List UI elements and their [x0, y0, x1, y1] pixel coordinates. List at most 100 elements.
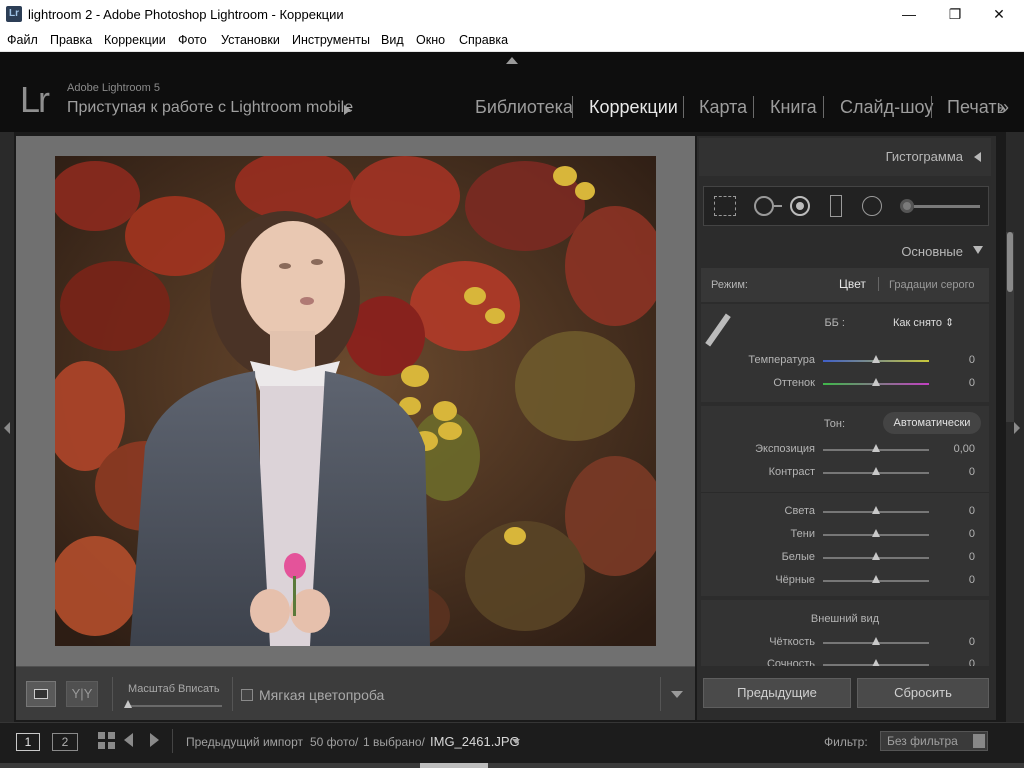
- crop-overlay-icon[interactable]: [714, 196, 736, 216]
- contrast-slider-thumb[interactable]: [872, 467, 880, 475]
- softproof-label: Мягкая цветопроба: [259, 687, 385, 703]
- histogram-panel-header[interactable]: Гистограмма: [699, 138, 991, 176]
- filmstrip-thumbnails-edge[interactable]: [0, 763, 1024, 768]
- tint-slider-thumb[interactable]: [872, 378, 880, 386]
- menu-tools[interactable]: Инструменты: [292, 33, 370, 47]
- photo-preview[interactable]: [55, 156, 656, 646]
- filename-dropdown-icon[interactable]: [512, 739, 520, 744]
- reset-button[interactable]: Сбросить: [857, 678, 989, 708]
- zoom-value[interactable]: Вписать: [178, 683, 220, 695]
- contrast-label: Контраст: [768, 466, 815, 478]
- shadows-slider-thumb[interactable]: [872, 529, 880, 537]
- brush-size-slider[interactable]: [914, 205, 980, 208]
- menu-develop[interactable]: Коррекции: [104, 33, 166, 47]
- red-eye-pupil: [796, 202, 804, 210]
- adjustment-brush-icon[interactable]: [900, 199, 914, 213]
- module-book[interactable]: Книга: [770, 97, 817, 118]
- whites-slider-thumb[interactable]: [872, 552, 880, 560]
- filter-select[interactable]: Без фильтра: [880, 731, 988, 751]
- menu-edit[interactable]: Правка: [50, 33, 92, 47]
- secondary-display-button[interactable]: 2: [52, 733, 78, 751]
- panel-scrollbar-track[interactable]: [1006, 232, 1014, 422]
- current-filename[interactable]: IMG_2461.JPG: [430, 734, 520, 749]
- vibrance-label: Сочность: [766, 658, 815, 666]
- white-balance-group: ББ : Как снято ⇕ Температура 0 Оттенок 0: [701, 304, 989, 402]
- play-icon[interactable]: [344, 105, 351, 115]
- exposure-slider-thumb[interactable]: [872, 444, 880, 452]
- before-after-button[interactable]: Y|Y: [66, 681, 98, 707]
- menu-help[interactable]: Справка: [459, 33, 508, 47]
- left-panel-strip[interactable]: [0, 132, 14, 722]
- module-slideshow[interactable]: Слайд-шоу: [840, 97, 933, 118]
- tone-label: Тон:: [823, 418, 845, 430]
- menu-file[interactable]: Файл: [7, 33, 38, 47]
- collapse-panel-icon[interactable]: [973, 246, 983, 254]
- highlights-slider-thumb[interactable]: [872, 506, 880, 514]
- source-label[interactable]: Предыдущий импорт: [186, 735, 303, 749]
- menu-window[interactable]: Окно: [416, 33, 445, 47]
- module-library[interactable]: Библиотека: [475, 97, 573, 118]
- module-map[interactable]: Карта: [699, 97, 747, 118]
- expand-panel-icon[interactable]: [974, 152, 981, 162]
- auto-tone-button[interactable]: Автоматически: [883, 412, 981, 434]
- panel-scrollbar-thumb[interactable]: [1007, 232, 1013, 292]
- wb-preset-select[interactable]: Как снято ⇕: [893, 316, 954, 329]
- lightroom-app-icon: Lr: [6, 6, 22, 22]
- maximize-button[interactable]: ❐: [932, 0, 978, 30]
- grid-view-icon[interactable]: [98, 732, 116, 750]
- blacks-value[interactable]: 0: [935, 574, 975, 586]
- module-develop[interactable]: Коррекции: [589, 97, 678, 118]
- right-panel-strip[interactable]: [1006, 132, 1024, 722]
- zoom-slider-thumb[interactable]: [124, 700, 132, 708]
- contrast-value[interactable]: 0: [935, 466, 975, 478]
- red-eye-icon[interactable]: [790, 196, 810, 216]
- menu-photo[interactable]: Фото: [178, 33, 207, 47]
- treatment-color[interactable]: Цвет: [839, 277, 866, 291]
- identity-plate[interactable]: Приступая к работе с Lightroom mobile: [67, 99, 353, 117]
- product-version: Adobe Lightroom 5: [67, 82, 160, 94]
- radial-filter-icon[interactable]: [862, 196, 882, 216]
- selected-thumbnail-edge[interactable]: [420, 763, 488, 768]
- menu-settings[interactable]: Установки: [221, 33, 280, 47]
- expand-left-panel-icon[interactable]: [4, 422, 10, 434]
- module-separator: [823, 96, 824, 118]
- highlights-value[interactable]: 0: [935, 505, 975, 517]
- temp-slider-thumb[interactable]: [872, 355, 880, 363]
- tint-value[interactable]: 0: [935, 377, 975, 389]
- blacks-slider-thumb[interactable]: [872, 575, 880, 583]
- menu-view[interactable]: Вид: [381, 33, 404, 47]
- more-modules-icon[interactable]: »: [999, 97, 1009, 118]
- loupe-view-button[interactable]: [26, 681, 56, 707]
- vibrance-value[interactable]: 0: [935, 658, 975, 666]
- softproof-checkbox[interactable]: [241, 689, 253, 701]
- primary-display-button[interactable]: 1: [16, 733, 40, 751]
- module-print[interactable]: Печать: [947, 97, 1006, 118]
- histogram-title: Гистограмма: [885, 149, 963, 164]
- presence-label: Внешний вид: [810, 613, 880, 625]
- toolbar-divider: [660, 677, 661, 711]
- graduated-filter-icon[interactable]: [830, 195, 842, 217]
- next-photo-icon[interactable]: [150, 733, 159, 747]
- window-title: lightroom 2 - Adobe Photoshop Lightroom …: [28, 7, 344, 22]
- treatment-bw[interactable]: Градации серого: [889, 279, 975, 291]
- zoom-slider-track[interactable]: [128, 705, 222, 707]
- close-button[interactable]: ✕: [976, 0, 1022, 30]
- toolbar-menu-chevron-icon[interactable]: [671, 691, 683, 698]
- minimize-button[interactable]: —: [886, 0, 932, 30]
- spot-removal-icon[interactable]: [754, 196, 774, 216]
- group-divider: [701, 492, 989, 493]
- temp-value[interactable]: 0: [935, 354, 975, 366]
- eyedropper-icon[interactable]: [705, 313, 731, 347]
- previous-photo-icon[interactable]: [124, 733, 133, 747]
- whites-value[interactable]: 0: [935, 551, 975, 563]
- clarity-slider-thumb[interactable]: [872, 637, 880, 645]
- exposure-value[interactable]: 0,00: [935, 443, 975, 455]
- filter-stepper-icon[interactable]: [973, 734, 985, 748]
- basic-panel-header[interactable]: Основные: [699, 236, 991, 266]
- previous-button[interactable]: Предыдущие: [703, 678, 851, 708]
- clarity-value[interactable]: 0: [935, 636, 975, 648]
- collapse-right-panel-icon[interactable]: [1014, 422, 1020, 434]
- vibrance-slider-thumb[interactable]: [872, 659, 880, 666]
- shadows-value[interactable]: 0: [935, 528, 975, 540]
- collapse-top-panel-icon[interactable]: [506, 57, 518, 64]
